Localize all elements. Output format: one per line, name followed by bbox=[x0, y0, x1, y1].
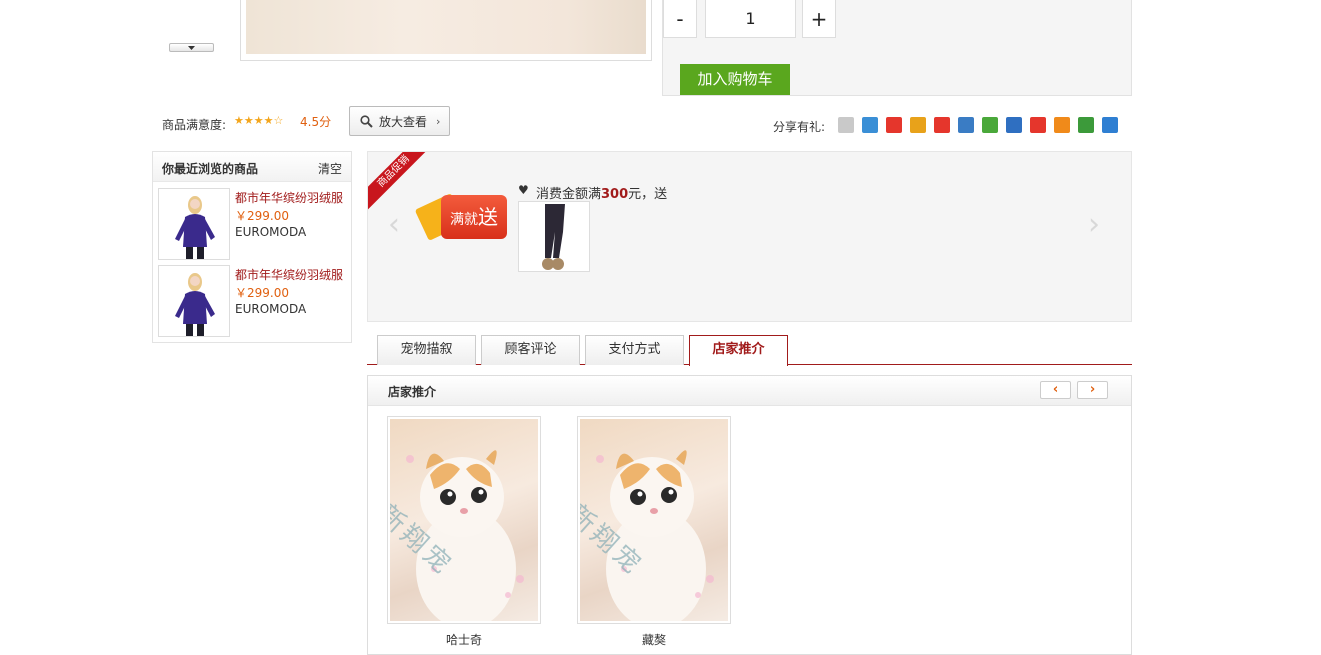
chevron-down-icon bbox=[188, 45, 195, 50]
recently-viewed-header: 你最近浏览的商品 清空 bbox=[153, 152, 351, 182]
promo-amount: 300 bbox=[601, 187, 629, 202]
tab-customer-reviews[interactable]: 顾客评论 bbox=[481, 335, 580, 365]
weibo-icon[interactable] bbox=[886, 117, 902, 133]
recent-item-brand: EUROMODA bbox=[235, 302, 307, 316]
rating-label: 商品满意度: bbox=[162, 118, 227, 132]
recommend-item[interactable]: 新翔宠 藏獒 bbox=[577, 416, 731, 648]
baidu-icon[interactable] bbox=[1102, 117, 1118, 133]
star-icon: ★ bbox=[243, 114, 254, 127]
recommend-prev-button[interactable]: ‹ bbox=[1040, 381, 1071, 399]
star-share-icon[interactable] bbox=[1030, 117, 1046, 133]
promo-next-arrow[interactable]: › bbox=[1088, 207, 1100, 242]
promo-text-suffix: 元，送 bbox=[628, 187, 668, 202]
kaixin-icon[interactable] bbox=[982, 117, 998, 133]
purchase-box: - 1 + 加入购物车 bbox=[662, 0, 1132, 96]
tab-shop-recommend[interactable]: 店家推介 bbox=[689, 335, 788, 366]
recent-item-price: ￥299.00 bbox=[235, 209, 289, 223]
tab-payment-methods[interactable]: 支付方式 bbox=[585, 335, 684, 365]
promo-text-prefix: 消费金额满 bbox=[536, 187, 602, 202]
recommend-next-button[interactable]: › bbox=[1077, 381, 1108, 399]
recommend-item-name[interactable]: 哈士奇 bbox=[387, 631, 541, 648]
badge-small-text: 满就 bbox=[450, 212, 478, 228]
tianya-icon[interactable] bbox=[910, 117, 926, 133]
quantity-input[interactable]: 1 bbox=[705, 0, 796, 38]
badge-big-text: 送 bbox=[478, 205, 498, 229]
gift-item-image[interactable] bbox=[518, 201, 590, 272]
share-icon-list bbox=[838, 117, 1118, 133]
renren-blue-icon[interactable] bbox=[1006, 117, 1022, 133]
taobao-icon[interactable] bbox=[1054, 117, 1070, 133]
pengyou-icon[interactable] bbox=[862, 117, 878, 133]
zoom-view-label: 放大查看 bbox=[379, 114, 428, 129]
renren-icon[interactable] bbox=[934, 117, 950, 133]
half-star-icon: ☆ bbox=[273, 114, 284, 127]
recent-item-name[interactable]: 都市年华缤纷羽绒服 bbox=[235, 189, 343, 206]
recent-item-price: ￥299.00 bbox=[235, 286, 289, 300]
magnifier-icon bbox=[360, 114, 373, 128]
star-icon: ★ bbox=[253, 114, 264, 127]
recommend-item-image[interactable]: 新翔宠 bbox=[387, 416, 541, 624]
quantity-increase-button[interactable]: + bbox=[802, 0, 836, 38]
add-to-cart-button[interactable]: 加入购物车 bbox=[680, 64, 790, 95]
recent-item-name[interactable]: 都市年华缤纷羽绒服 bbox=[235, 266, 343, 283]
star-icon: ★ bbox=[234, 114, 244, 127]
shop-recommend-header: 店家推介 ‹ › bbox=[368, 376, 1131, 406]
recent-item[interactable]: 都市年华缤纷羽绒服 ￥299.00 EUROMODA bbox=[158, 265, 348, 337]
recently-viewed-title: 你最近浏览的商品 bbox=[162, 162, 259, 176]
recently-viewed-panel: 你最近浏览的商品 清空 都市年华缤纷羽绒服 ￥299.00 EUROMODA 都… bbox=[152, 151, 352, 343]
product-photo bbox=[246, 0, 646, 54]
tab-pet-description[interactable]: 宠物描叙 bbox=[377, 335, 476, 365]
rating-score: 4.5分 bbox=[300, 115, 332, 129]
recent-item-image[interactable] bbox=[158, 188, 230, 260]
recent-item[interactable]: 都市年华缤纷羽绒服 ￥299.00 EUROMODA bbox=[158, 188, 348, 260]
promo-prev-arrow[interactable]: ‹ bbox=[388, 207, 400, 242]
zoom-view-button[interactable]: 放大查看 › bbox=[349, 106, 450, 136]
shop-recommend-title: 店家推介 bbox=[388, 385, 437, 399]
recommend-item[interactable]: 新翔宠 哈士奇 bbox=[387, 416, 541, 648]
main-product-image[interactable] bbox=[240, 0, 652, 61]
recommend-item-image[interactable]: 新翔宠 bbox=[577, 416, 731, 624]
shop-recommend-panel: 店家推介 ‹ › 新翔宠 哈士奇 新翔宠 藏獒 bbox=[367, 375, 1132, 655]
star-icon: ★ bbox=[263, 114, 274, 127]
promotion-ribbon: 商品促销 bbox=[368, 152, 436, 214]
favorites-icon[interactable] bbox=[958, 117, 974, 133]
promotion-panel: 商品促销 ‹ › 满就送 ♥ 消费金额满300元，送 bbox=[367, 151, 1132, 322]
douban-icon[interactable] bbox=[1078, 117, 1094, 133]
quantity-decrease-button[interactable]: - bbox=[663, 0, 697, 38]
full-gift-badge: 满就送 bbox=[441, 195, 507, 239]
heart-icon: ♥ bbox=[518, 183, 529, 197]
recent-item-brand: EUROMODA bbox=[235, 225, 307, 239]
detail-tabs: 宠物描叙 顾客评论 支付方式 店家推介 bbox=[367, 335, 1132, 366]
qzone-icon[interactable] bbox=[838, 117, 854, 133]
thumbnail-scroll-button[interactable] bbox=[169, 43, 214, 52]
share-label: 分享有礼: bbox=[773, 120, 826, 134]
promotion-text: 消费金额满300元，送 bbox=[536, 183, 667, 202]
rating-stars: ★ ★ ★ ★ ☆ bbox=[234, 115, 283, 127]
recent-item-image[interactable] bbox=[158, 265, 230, 337]
chevron-right-icon: › bbox=[436, 114, 441, 128]
recommend-item-name[interactable]: 藏獒 bbox=[577, 631, 731, 648]
clear-history-link[interactable]: 清空 bbox=[318, 160, 342, 177]
